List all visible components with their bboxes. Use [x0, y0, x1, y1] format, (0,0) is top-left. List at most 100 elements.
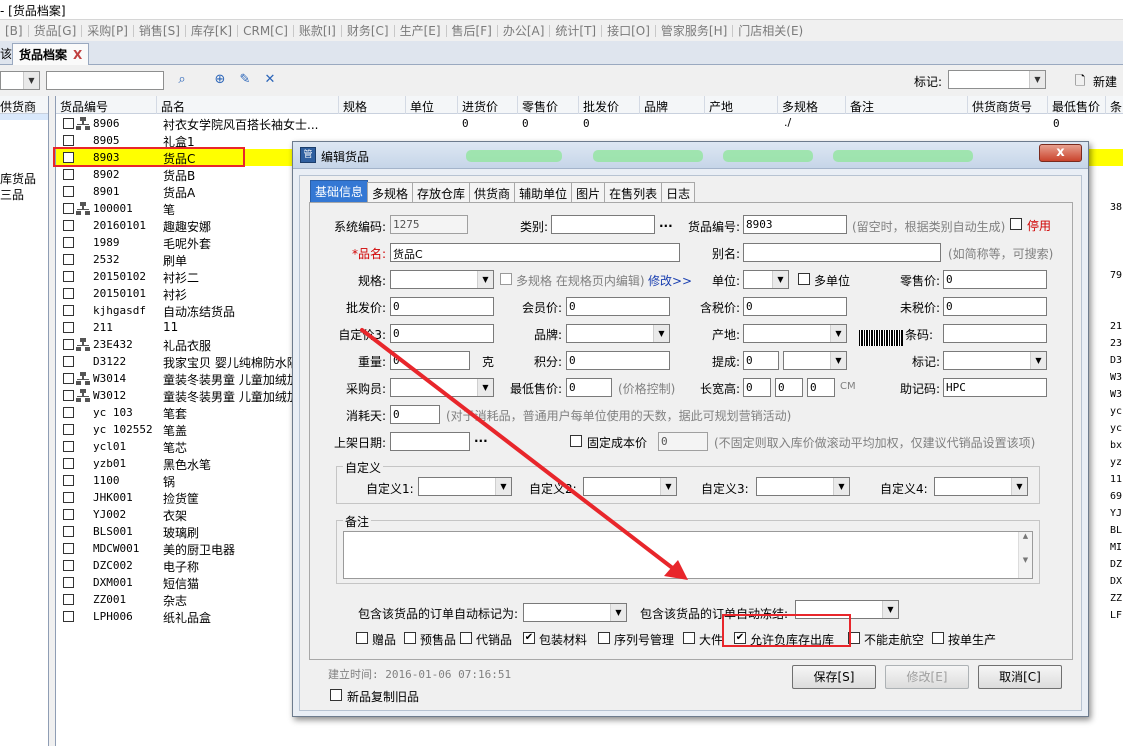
row-checkbox[interactable] — [63, 611, 74, 622]
row-checkbox[interactable] — [63, 441, 74, 452]
row-checkbox[interactable] — [63, 135, 74, 146]
menu-item[interactable]: 库存[K] — [186, 22, 237, 39]
row-checkbox[interactable] — [63, 560, 74, 571]
row-checkbox[interactable] — [63, 356, 74, 367]
attribute-checkbox[interactable]: ✔ — [523, 632, 535, 644]
column-header[interactable]: 品牌 — [640, 96, 705, 114]
commission-type-dropdown[interactable]: ▼ — [783, 351, 847, 370]
column-header[interactable]: 最低售价 — [1048, 96, 1106, 114]
tab-goods-archive[interactable]: 货品档案 X — [12, 43, 90, 65]
row-checkbox[interactable] — [63, 220, 74, 231]
alias-field[interactable] — [743, 243, 941, 262]
dialog-tab[interactable]: 日志 — [661, 182, 696, 202]
tab-previous[interactable]: 该 — [0, 45, 12, 62]
attribute-checkbox[interactable] — [598, 632, 610, 644]
row-checkbox[interactable] — [63, 305, 74, 316]
menu-item[interactable]: CRM[C] — [238, 24, 293, 38]
row-checkbox[interactable] — [63, 271, 74, 282]
dialog-tab[interactable]: 多规格 — [367, 182, 414, 202]
dialog-tab[interactable]: 图片 — [571, 182, 606, 202]
row-checkbox[interactable] — [63, 339, 74, 350]
attribute-checkbox[interactable] — [356, 632, 368, 644]
goods-no-field[interactable]: 8903 — [743, 215, 847, 234]
min-price-field[interactable]: 0 — [566, 378, 612, 397]
tab-close-icon[interactable]: X — [73, 48, 82, 62]
menu-item[interactable]: 办公[A] — [498, 22, 550, 39]
retail-field[interactable]: 0 — [943, 270, 1047, 289]
column-header[interactable]: 批发价 — [579, 96, 640, 114]
row-checkbox[interactable] — [63, 475, 74, 486]
name-field[interactable]: 货品C — [390, 243, 680, 262]
add-icon[interactable]: ⊕ — [212, 72, 228, 88]
points-field[interactable]: 0 — [566, 351, 670, 370]
origin-dropdown[interactable]: ▼ — [743, 324, 847, 343]
new-button[interactable]: 新建 — [1093, 73, 1117, 90]
tree-item[interactable]: 库货品 — [0, 170, 36, 187]
column-header[interactable]: 条 — [1106, 96, 1123, 114]
brand-dropdown[interactable]: ▼ — [566, 324, 670, 343]
row-checkbox[interactable] — [63, 169, 74, 180]
row-checkbox[interactable] — [63, 118, 74, 129]
row-checkbox[interactable] — [63, 407, 74, 418]
mnemonic-field[interactable]: HPC — [943, 378, 1047, 397]
width-field[interactable]: 0 — [775, 378, 803, 397]
search-input[interactable] — [46, 71, 164, 90]
attribute-checkbox[interactable] — [460, 632, 472, 644]
row-checkbox[interactable] — [63, 288, 74, 299]
menu-item[interactable]: 生产[E] — [395, 22, 446, 39]
disable-checkbox[interactable] — [1010, 218, 1022, 230]
menu-item[interactable]: 售后[F] — [447, 22, 497, 39]
tree-item[interactable]: 三品 — [0, 186, 24, 203]
shelf-date-picker-button[interactable]: ... — [474, 431, 488, 445]
row-checkbox[interactable] — [63, 203, 74, 214]
column-header[interactable]: 多规格 — [778, 96, 846, 114]
length-field[interactable]: 0 — [743, 378, 771, 397]
attribute-checkbox[interactable] — [932, 632, 944, 644]
row-checkbox[interactable] — [63, 509, 74, 520]
custom4-dropdown[interactable]: ▼ — [934, 477, 1028, 496]
row-checkbox[interactable] — [63, 594, 74, 605]
auto-mark-dropdown[interactable]: ▼ — [523, 603, 627, 622]
column-header[interactable]: 产地 — [705, 96, 778, 114]
row-checkbox[interactable] — [63, 543, 74, 554]
dialog-tab[interactable]: 辅助单位 — [514, 182, 573, 202]
row-checkbox[interactable] — [63, 373, 74, 384]
shelf-date-field[interactable] — [390, 432, 470, 451]
menu-item[interactable]: 管家服务[H] — [656, 22, 732, 39]
filter-dropdown[interactable]: ▼ — [0, 71, 40, 90]
custom3-dropdown[interactable]: ▼ — [756, 477, 850, 496]
menu-item[interactable]: 统计[T] — [550, 22, 601, 39]
column-header[interactable]: 品名 — [157, 96, 339, 114]
custom1-dropdown[interactable]: ▼ — [418, 477, 512, 496]
attribute-checkbox[interactable] — [683, 632, 695, 644]
column-header[interactable]: 货品编号 — [56, 96, 157, 114]
weight-field[interactable]: 0 — [390, 351, 470, 370]
row-checkbox[interactable] — [63, 424, 74, 435]
category-field[interactable] — [551, 215, 655, 234]
consume-field[interactable]: 0 — [390, 405, 440, 424]
row-checkbox[interactable] — [63, 237, 74, 248]
row-checkbox[interactable] — [63, 458, 74, 469]
fixed-cost-checkbox[interactable] — [570, 435, 582, 447]
row-checkbox[interactable] — [63, 186, 74, 197]
mark-field-dropdown[interactable]: ▼ — [943, 351, 1047, 370]
menu-item[interactable]: 财务[C] — [342, 22, 394, 39]
untaxed-field[interactable]: 0 — [943, 297, 1047, 316]
multiunit-checkbox[interactable] — [798, 273, 810, 285]
attribute-checkbox[interactable] — [404, 632, 416, 644]
column-header[interactable]: 单位 — [406, 96, 458, 114]
column-header[interactable]: 零售价 — [518, 96, 579, 114]
copy-old-checkbox[interactable] — [330, 689, 342, 701]
row-checkbox[interactable] — [63, 492, 74, 503]
save-button[interactable]: 保存[S] — [792, 665, 876, 689]
row-checkbox[interactable] — [63, 390, 74, 401]
category-picker-button[interactable]: ... — [659, 216, 673, 230]
custom2-dropdown[interactable]: ▼ — [583, 477, 677, 496]
column-header[interactable]: 供货商货号 — [968, 96, 1048, 114]
column-header[interactable]: 进货价 — [458, 96, 518, 114]
cancel-button[interactable]: 取消[C] — [978, 665, 1062, 689]
dialog-tab[interactable]: 基础信息 — [310, 180, 369, 202]
modify-spec-link[interactable]: 修改>> — [648, 272, 692, 289]
member-field[interactable]: 0 — [566, 297, 670, 316]
commission-field[interactable]: 0 — [743, 351, 779, 370]
